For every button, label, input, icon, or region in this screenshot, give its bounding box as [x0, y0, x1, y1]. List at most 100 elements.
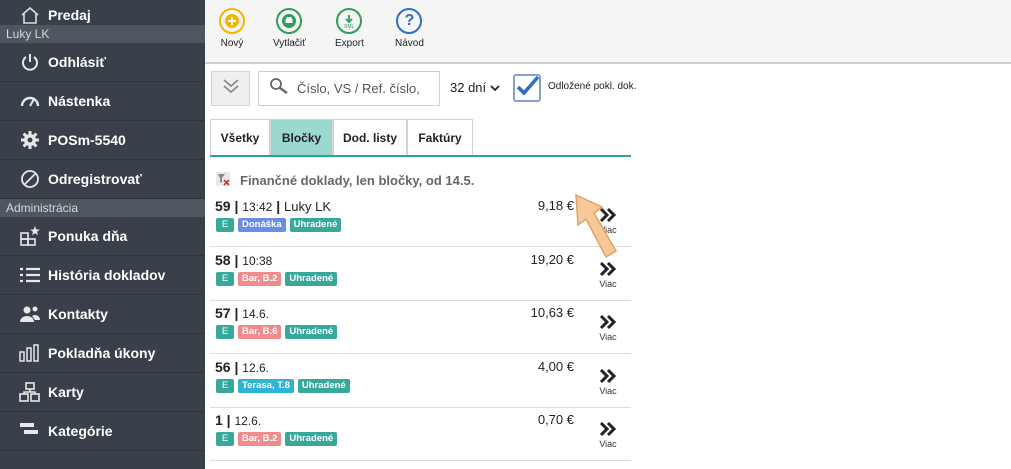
search-icon: [269, 77, 289, 100]
doc-time: 12.6.: [234, 414, 262, 428]
double-chevron-right-icon: [599, 421, 617, 439]
more-button[interactable]: Viac: [599, 314, 617, 342]
sidebar-item-admin-5[interactable]: Kategórie: [0, 412, 205, 451]
status-badge: E: [216, 272, 234, 286]
badge-group: E Bar, B.6 Uhradené: [216, 325, 338, 339]
status-badge: E: [216, 432, 234, 446]
collapse-filters-button[interactable]: [211, 71, 250, 106]
help-icon: ?: [396, 8, 423, 34]
ban-icon: [18, 167, 42, 191]
more-label: Viac: [599, 332, 617, 342]
status-badge: Uhradené: [289, 218, 342, 232]
list-item[interactable]: 1 | 12.6. 0,70 € E Bar, B.2 Uhradené Viac: [210, 407, 631, 461]
status-badge: E: [216, 218, 234, 232]
doc-time: 13:42: [242, 200, 273, 214]
check-icon: [516, 75, 540, 96]
sidebar-item-admin-4[interactable]: Karty: [0, 373, 205, 412]
export-button[interactable]: XML Export: [335, 8, 364, 49]
doc-number: 56: [215, 359, 231, 375]
more-label: Viac: [599, 386, 617, 396]
sidebar-header[interactable]: Predaj: [0, 0, 205, 25]
more-label: Viac: [599, 279, 617, 289]
toolbar: Nový Vytlačiť XML Export ? Návod: [205, 0, 1011, 64]
doc-number-line: 56 | 12.6.: [215, 359, 269, 375]
status-badge: E: [216, 325, 234, 339]
power-icon: [18, 50, 42, 74]
doc-number: 57: [215, 305, 231, 321]
period-select[interactable]: 32 dní: [450, 80, 500, 95]
sidebar-item-admin-0[interactable]: Ponuka dňa: [0, 217, 205, 256]
sidebar-item-admin-2[interactable]: Kontakty: [0, 295, 205, 334]
sidebar-item-label: Odregistrovať: [48, 171, 142, 187]
doc-amount: 10,63 €: [530, 305, 574, 320]
doc-user: Luky LK: [284, 199, 331, 214]
sidebar-item-label: Kategórie: [48, 423, 113, 439]
tachometer-icon: [18, 89, 42, 113]
sidebar-item-admin-3[interactable]: Pokladňa úkony: [0, 334, 205, 373]
sitemap-icon: [18, 380, 42, 404]
list-item[interactable]: 56 | 12.6. 4,00 € E Terasa, T.8 Uhradené Viac: [210, 354, 631, 408]
doc-number: 58: [215, 252, 231, 268]
sidebar-item-label: Nástenka: [48, 93, 111, 109]
badge-group: E Bar, B.2 Uhradené: [216, 272, 338, 286]
list-item[interactable]: 59 | 13:42 | Luky LK 9,18 € E Donáška Uhrade…: [210, 193, 631, 247]
chevron-down-icon: [490, 80, 500, 95]
print-button[interactable]: Vytlačiť: [273, 8, 306, 49]
more-label: Viac: [599, 439, 617, 449]
more-button[interactable]: Viac: [599, 368, 617, 396]
search-input[interactable]: [297, 81, 437, 96]
status-badge: Bar, B.2: [238, 432, 282, 446]
home-icon: [18, 3, 42, 27]
status-badge: Bar, B.6: [238, 325, 282, 339]
list-item[interactable]: 57 | 14.6. 10,63 € E Bar, B.6 Uhradené Viac: [210, 300, 631, 354]
search-field[interactable]: [258, 71, 440, 106]
sidebar-item-top-2[interactable]: POSm-5540: [0, 121, 205, 160]
help-button[interactable]: ? Návod: [395, 8, 424, 49]
doc-amount: 0,70 €: [537, 412, 574, 427]
status-badge: Uhradené: [285, 325, 338, 339]
doc-number: 59: [215, 198, 231, 214]
sidebar: Predaj Luky LK Odhlásiť Nástenka POSm-5540…: [0, 0, 205, 469]
svg-text:XML: XML: [344, 24, 355, 29]
sidebar-header-label: Predaj: [48, 6, 91, 23]
export-label: Export: [335, 38, 364, 49]
doc-number-line: 59 | 13:42 | Luky LK: [215, 198, 331, 214]
double-chevron-right-icon: [599, 368, 617, 386]
badge-group: E Terasa, T.8 Uhradené: [216, 379, 350, 393]
status-badge: Uhradené: [285, 432, 338, 446]
tab-receipts[interactable]: Bločky: [270, 119, 333, 155]
list-item[interactable]: 58 | 10:38 19,20 € E Bar, B.2 Uhradené Viac: [210, 247, 631, 301]
cog-icon: [18, 128, 42, 152]
status-badge: Uhradené: [297, 379, 350, 393]
doc-amount: 9,18 €: [537, 198, 574, 213]
more-button[interactable]: Viac: [599, 261, 617, 289]
doc-number: 1: [215, 412, 223, 428]
arrow-pointer-icon: [575, 193, 618, 259]
double-chevron-right-icon: [599, 314, 617, 332]
print-label: Vytlačiť: [273, 38, 306, 49]
list-heading-text: Finančné doklady, len bločky, od 14.5.: [240, 173, 475, 188]
badge-group: E Donáška Uhradené: [216, 218, 342, 232]
new-button[interactable]: Nový: [219, 8, 245, 49]
sidebar-item-label: Kontakty: [48, 306, 108, 322]
category-icon: [18, 419, 42, 443]
double-chevron-down-icon: [221, 78, 241, 99]
status-badge: Bar, B.2: [238, 272, 282, 286]
sidebar-section-label: Administrácia: [0, 199, 205, 217]
tab-invoices[interactable]: Faktúry: [407, 119, 473, 155]
sidebar-item-top-1[interactable]: Nástenka: [0, 82, 205, 121]
sidebar-item-admin-1[interactable]: História dokladov: [0, 256, 205, 295]
filter-remove-icon[interactable]: [216, 172, 230, 189]
sidebar-item-top-0[interactable]: Odhlásiť: [0, 43, 205, 82]
sidebar-item-top-3[interactable]: Odregistrovať: [0, 160, 205, 199]
period-value: 32 dní: [450, 80, 487, 95]
tab-delivery-notes[interactable]: Dod. listy: [333, 119, 407, 155]
more-button[interactable]: Viac: [599, 421, 617, 449]
new-label: Nový: [220, 38, 244, 49]
sidebar-user: Luky LK: [0, 25, 205, 43]
tab-all[interactable]: Všetky: [210, 119, 270, 155]
export-xml-icon: XML: [336, 8, 363, 34]
list-icon: [18, 263, 42, 287]
doc-amount: 19,20 €: [530, 252, 574, 267]
deferred-docs-checkbox[interactable]: [513, 74, 541, 102]
